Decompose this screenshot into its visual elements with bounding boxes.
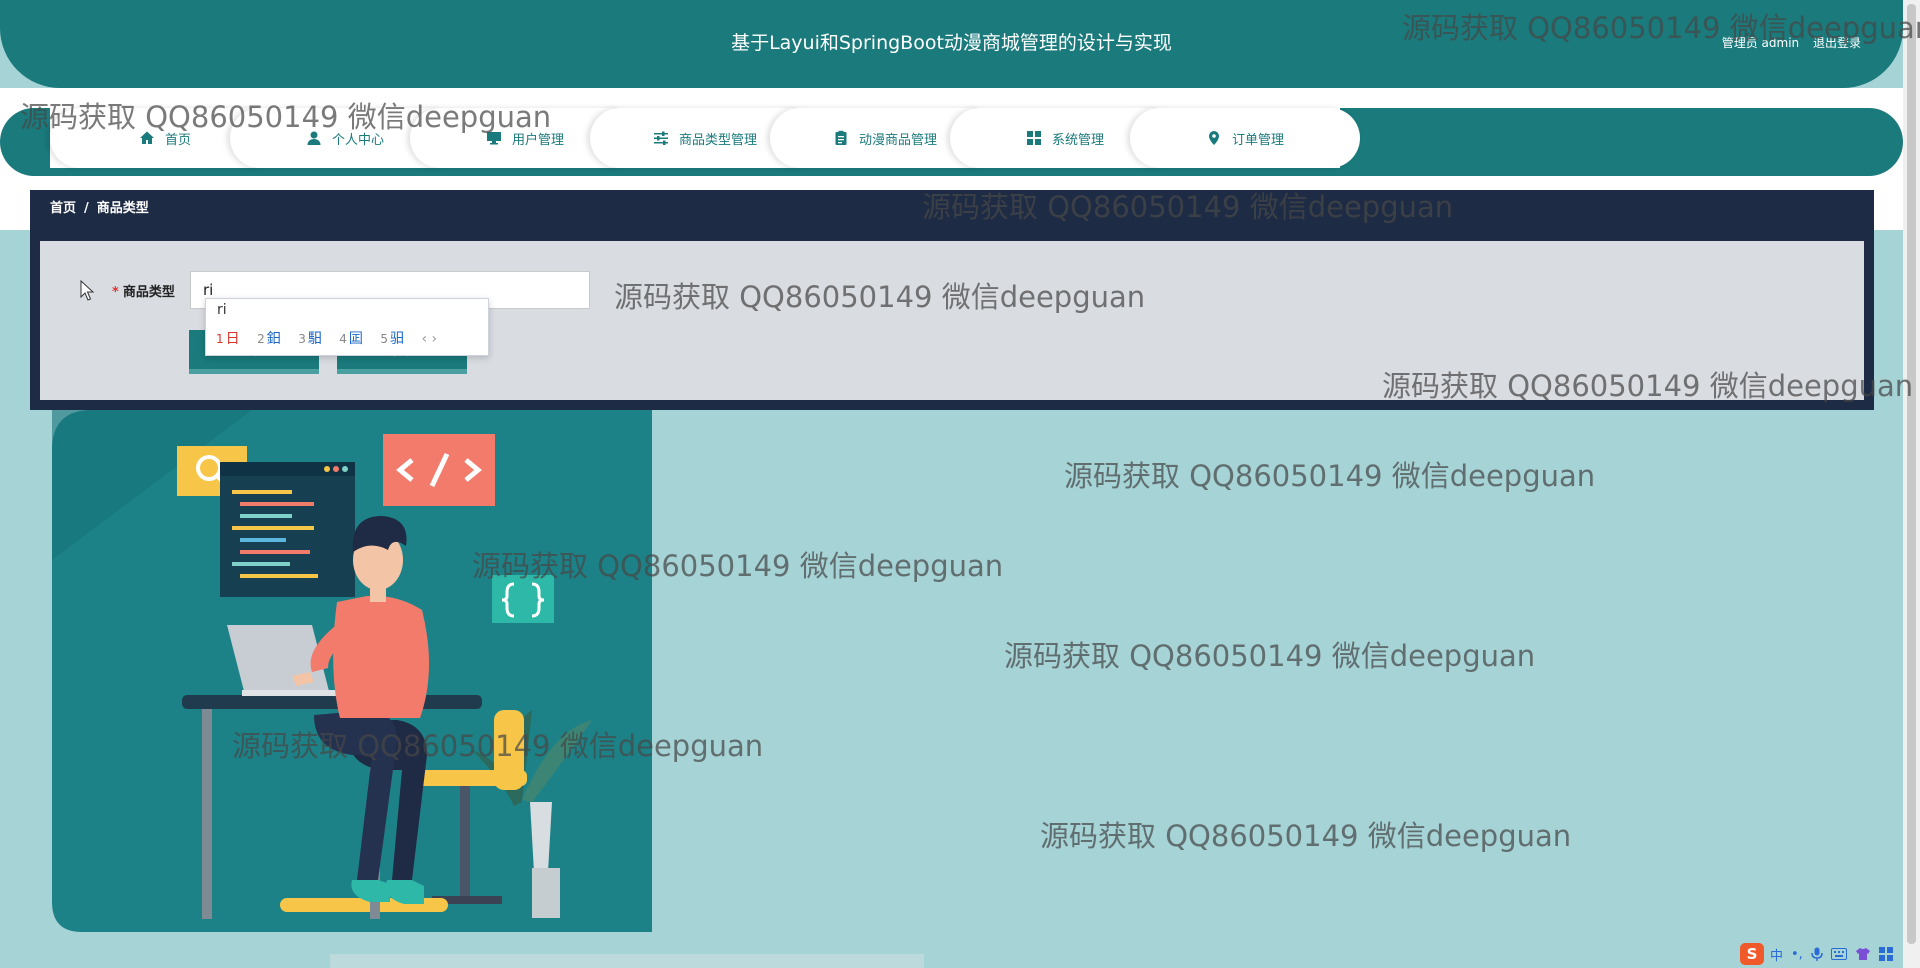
ime-candidate-char: 馹 — [307, 331, 322, 347]
nav-item-label: 动漫商品管理 — [858, 132, 937, 148]
ime-candidate[interactable]: 4囸 — [339, 331, 363, 347]
admin-user-label[interactable]: 管理员 admin — [1722, 36, 1799, 50]
site-title: 基于Layui和SpringBoot动漫商城管理的设计与实现 — [731, 32, 1172, 54]
watermark-text: 源码获取 QQ86050149 微信deepguan — [1064, 459, 1596, 493]
required-mark: * — [112, 285, 119, 300]
bottom-scroll-strip — [330, 954, 924, 968]
ime-candidate-char: 驲 — [390, 331, 405, 347]
breadcrumb-home[interactable]: 首页 — [50, 201, 76, 216]
ime-prev-page-icon[interactable]: ‹ — [421, 331, 427, 347]
ime-candidate-char: 鈤 — [266, 331, 281, 347]
watermark-text: 源码获取 QQ86050149 微信deepguan — [1040, 819, 1572, 853]
ime-toolbar: S 中 •, — [1740, 943, 1893, 965]
ime-candidate-number: 1 — [216, 332, 224, 346]
mouse-cursor-icon — [80, 280, 95, 301]
product-type-label-text: 商品类型 — [122, 285, 175, 300]
apps-grid-icon[interactable] — [1878, 947, 1893, 961]
grid-icon — [1026, 131, 1041, 145]
ime-candidate-number: 3 — [298, 332, 306, 346]
ime-pinyin: ri — [217, 302, 227, 318]
nav-item-label: 用户管理 — [511, 132, 564, 148]
vertical-scrollbar-thumb[interactable] — [1907, 4, 1916, 944]
ime-candidate[interactable]: 3馹 — [298, 331, 322, 347]
ime-candidate-list: 1日 2鈤 3馹 4囸 5驲 ‹ › — [216, 328, 437, 348]
user-box: 管理员 admin 退出登录 — [1712, 34, 1861, 51]
nav-item-label: 商品类型管理 — [678, 132, 757, 148]
ime-candidate-number: 5 — [380, 332, 389, 346]
sogou-logo-icon[interactable]: S — [1740, 943, 1764, 965]
ime-candidate-number: 4 — [339, 332, 347, 346]
ime-candidate[interactable]: 5驲 — [380, 331, 404, 347]
ime-candidate-char: 日 — [225, 331, 240, 347]
nav-item-label: 订单管理 — [1231, 132, 1284, 148]
top-header: 基于Layui和SpringBoot动漫商城管理的设计与实现 管理员 admin… — [0, 0, 1903, 88]
nav-item-label: 个人中心 — [331, 132, 384, 148]
ime-candidate[interactable]: 2鈤 — [257, 331, 281, 347]
user-icon — [307, 131, 321, 145]
ime-language-toggle[interactable]: 中 — [1770, 945, 1783, 964]
nav-item-label: 系统管理 — [1051, 132, 1104, 148]
breadcrumb-current: 商品类型 — [96, 201, 149, 216]
developer-illustration — [52, 410, 652, 932]
logout-link[interactable]: 退出登录 — [1813, 36, 1861, 50]
microphone-icon[interactable] — [1811, 947, 1823, 961]
skin-shirt-icon[interactable] — [1855, 947, 1871, 961]
ime-punctuation-toggle[interactable]: •, — [1791, 947, 1803, 962]
ime-candidate-popup: ri 1日 2鈤 3馹 4囸 5驲 ‹ › — [205, 298, 489, 356]
home-icon — [139, 131, 154, 144]
product-type-label: * 商品类型 — [112, 281, 175, 300]
keyboard-icon[interactable] — [1830, 948, 1847, 960]
location-icon — [1208, 131, 1219, 145]
nav-item-orders[interactable]: 订单管理 — [1130, 108, 1360, 168]
sliders-icon — [653, 131, 668, 145]
watermark-text: 源码获取 QQ86050149 微信deepguan — [1004, 639, 1536, 673]
ime-candidate[interactable]: 1日 — [216, 331, 240, 347]
nav-item-label: 首页 — [164, 132, 191, 148]
clipboard-icon — [835, 130, 847, 145]
breadcrumb: 首页 / 商品类型 — [30, 190, 1874, 228]
monitor-icon — [486, 132, 501, 145]
ime-next-page-icon[interactable]: › — [432, 331, 438, 347]
ime-candidate-number: 2 — [257, 332, 265, 346]
breadcrumb-separator: / — [84, 201, 89, 216]
ime-candidate-char: 囸 — [348, 331, 363, 347]
